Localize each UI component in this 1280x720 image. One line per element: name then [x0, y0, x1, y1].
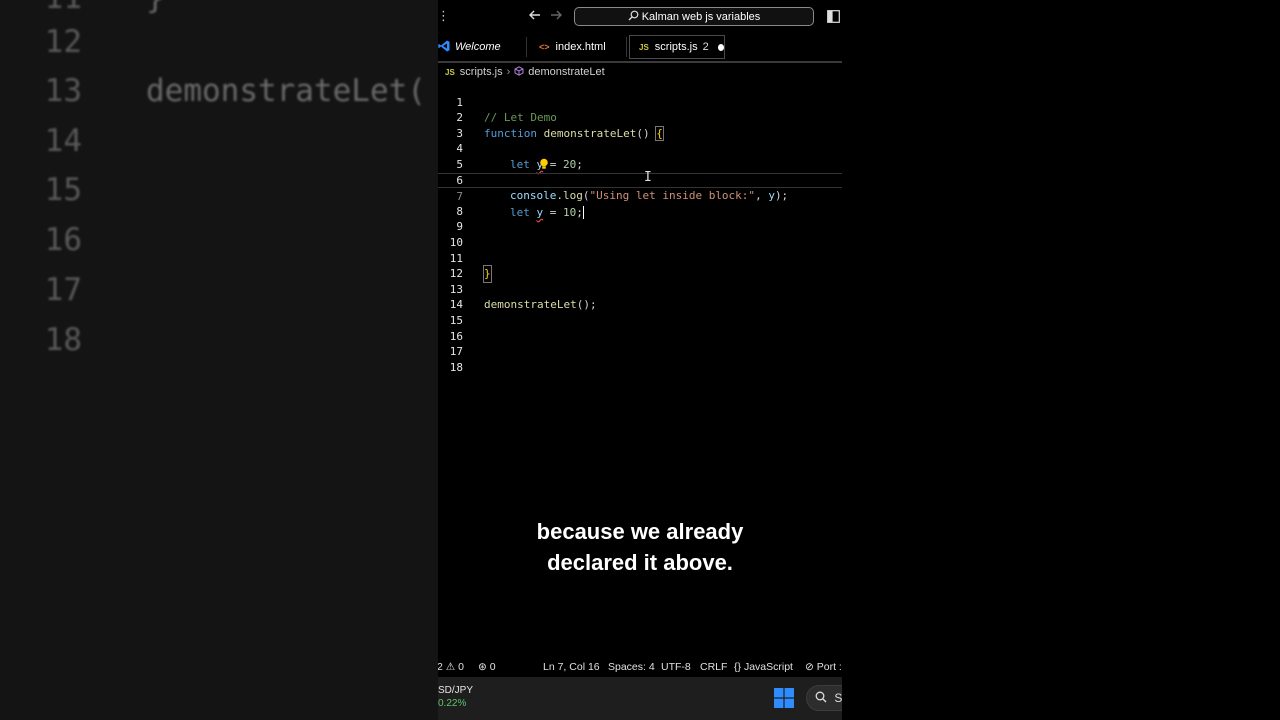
bg-line-number: 18 [44, 322, 82, 358]
js-icon: JS [445, 67, 455, 77]
search-icon [628, 10, 639, 24]
indentation-status[interactable]: Spaces: 4 [608, 661, 655, 673]
code-line: 5 console.log("Using let inside block:",… [438, 141, 842, 202]
tab-bar: Welcome <> index.html JS scripts.js 2 [438, 34, 842, 60]
code-line: 11 } [438, 235, 842, 283]
background-right [842, 0, 1280, 720]
symbol-icon [514, 65, 524, 79]
error-count: 2 [438, 661, 443, 673]
bg-line-number: 13 [44, 73, 82, 109]
bg-row: 18 [0, 322, 438, 372]
tab-label: scripts.js [654, 41, 698, 53]
caption-line: declared it above. [547, 550, 733, 575]
bg-row: 15 [0, 172, 438, 222]
ibeam-cursor-icon: I [644, 169, 652, 185]
tab-label: index.html [555, 41, 606, 53]
status-bar: 2 ⚠ 0 ⊛ 0 Ln 7, Col 16 Spaces: 4 UTF-8 C… [438, 659, 842, 677]
search-text: Kalman web js variables [641, 10, 761, 23]
chevron-right-icon: › [506, 66, 511, 78]
windows-taskbar: SD/JPY 0.22% S [438, 677, 842, 720]
no-entry-icon: ⊘ [805, 661, 814, 673]
layout-icon[interactable] [827, 10, 840, 27]
warning-icon: ⚠ [445, 661, 456, 673]
line-number: 18 [449, 360, 463, 374]
port-label: Port : [816, 661, 842, 673]
encoding-status[interactable]: UTF-8 [661, 661, 691, 673]
bg-line-number: 12 [44, 24, 82, 60]
code-line: 17 [438, 329, 842, 358]
bg-row: 17 [0, 272, 438, 322]
tab-scripts-js[interactable]: JS scripts.js 2 [629, 35, 725, 59]
vscode-window: ⋮ Kalman web js variables Welcome <> ind [438, 0, 842, 720]
tab-index-html[interactable]: <> index.html [527, 34, 627, 60]
bg-line-number: 14 [44, 123, 82, 159]
breadcrumb: JS scripts.js › demonstrateLet [438, 61, 842, 81]
ticker-widget[interactable]: SD/JPY 0.22% [438, 684, 473, 710]
caption-line: because we already [536, 519, 744, 544]
js-icon: JS [639, 42, 649, 52]
problems-status[interactable]: 2 ⚠ 0 [438, 661, 464, 673]
ports-status[interactable]: ⊛ 0 [478, 661, 496, 673]
braces-icon: {} [734, 661, 742, 673]
video-caption: because we already declared it above. [438, 516, 842, 578]
code-line: 3 [438, 110, 842, 140]
current-code-line: 7 let y = 10; I [438, 169, 842, 220]
broadcast-icon: ⊛ [478, 661, 487, 673]
language-label: JavaScript [743, 661, 793, 673]
ticker-symbol: SD/JPY [438, 685, 474, 696]
tab-welcome[interactable]: Welcome [438, 34, 527, 60]
code-line: 13 demonstrateLet(); [438, 266, 842, 312]
port-status[interactable]: ⊘ Port : [805, 661, 842, 673]
search-label: S [834, 691, 842, 705]
breadcrumb-file[interactable]: scripts.js [460, 66, 503, 78]
code-line: 10 [438, 219, 842, 249]
problem-count-badge: 2 [702, 41, 709, 53]
search-icon [815, 691, 830, 705]
ports-count: 0 [489, 661, 496, 673]
back-arrow-icon[interactable] [528, 8, 542, 26]
code-line: 18 [438, 344, 842, 374]
code-line: 2 function demonstrateLet() { [438, 95, 842, 141]
bg-line-number: 17 [44, 272, 82, 308]
code-line: 15 [438, 297, 842, 327]
code-line: 12 [438, 251, 842, 280]
bg-row: 13 demonstrateLet( [0, 73, 438, 123]
cursor-position[interactable]: Ln 7, Col 16 [543, 661, 600, 673]
tab-separator [626, 37, 627, 57]
ticker-change: 0.22% [438, 698, 467, 709]
eol-status[interactable]: CRLF [700, 661, 727, 673]
code-line: 6 [438, 157, 842, 187]
background-zoom: 11 } 12 13 demonstrateLet( 14 15 16 17 1… [0, 0, 438, 720]
code-line: 1 // Let Demo [438, 79, 842, 125]
forward-arrow-icon[interactable] [549, 8, 563, 26]
bg-row: 14 [0, 123, 438, 173]
more-icon[interactable]: ⋮ [438, 9, 450, 24]
taskbar-search[interactable]: S [806, 685, 842, 711]
modified-dot-icon[interactable] [717, 43, 724, 51]
tab-label: Welcome [455, 41, 501, 53]
bg-line-number: 15 [44, 172, 82, 208]
bg-row: 12 [0, 24, 438, 74]
code-line: 9 [438, 204, 842, 233]
code-line: 14 [438, 282, 842, 311]
bg-code: demonstrateLet( [146, 73, 426, 109]
bg-code: } [146, 0, 165, 16]
code-line: 8 [438, 188, 842, 218]
breadcrumb-symbol[interactable]: demonstrateLet [528, 66, 604, 78]
bg-line-number: 11 [38, 0, 82, 16]
bg-line-number: 16 [44, 222, 82, 258]
bg-row: 16 [0, 222, 438, 272]
html-icon: <> [539, 42, 550, 52]
warning-count: 0 [458, 661, 464, 673]
code-line: 4 let y = 20; [438, 126, 842, 171]
language-status[interactable]: {} JavaScript [734, 661, 793, 673]
title-bar: ⋮ Kalman web js variables [438, 0, 842, 34]
code-line: 16 [438, 313, 842, 343]
windows-start-icon[interactable] [774, 688, 794, 708]
vscode-icon [438, 40, 450, 55]
command-center-search[interactable]: Kalman web js variables [574, 7, 814, 26]
